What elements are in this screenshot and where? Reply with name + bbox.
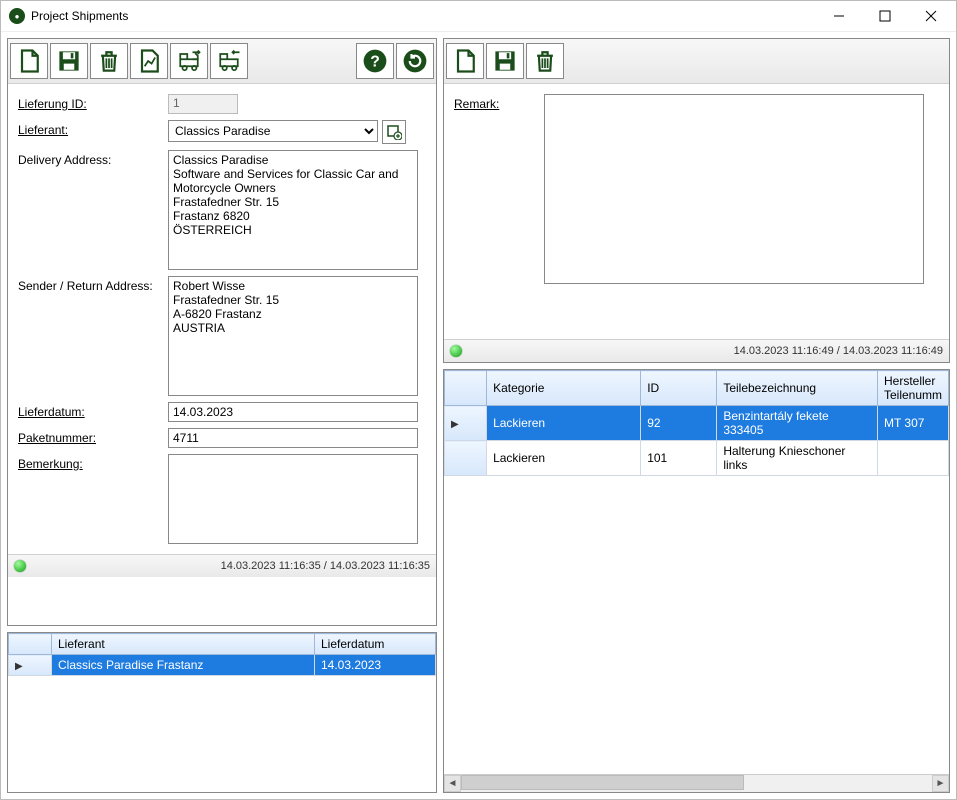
right-status-text: 14.03.2023 11:16:49 / 14.03.2023 11:16:4…	[734, 345, 943, 357]
minimize-button[interactable]	[816, 2, 862, 30]
cell-kategorie: Lackieren	[487, 441, 641, 476]
cell-hersteller: MT 307	[877, 406, 948, 441]
delete-button[interactable]	[90, 43, 128, 79]
right-toolbar	[444, 39, 949, 84]
save-button[interactable]	[486, 43, 524, 79]
col-teilebez[interactable]: Teilebezeichnung	[717, 371, 878, 406]
col-kategorie[interactable]: Kategorie	[487, 371, 641, 406]
col-hersteller[interactable]: Hersteller Teilenumm	[877, 371, 948, 406]
row-indicator: ▶	[9, 655, 52, 676]
parts-grid-hscroll[interactable]: ◄ ►	[444, 774, 949, 792]
shipments-grid[interactable]: Lieferant Lieferdatum ▶Classics Paradise…	[8, 633, 436, 792]
close-button[interactable]	[908, 2, 954, 30]
left-status-text: 14.03.2023 11:16:35 / 14.03.2023 11:16:3…	[221, 560, 430, 572]
parts-grid-panel: Kategorie ID Teilebezeichnung Hersteller…	[443, 369, 950, 793]
table-row[interactable]: ▶Classics Paradise Frastanz14.03.2023	[9, 655, 436, 676]
row-header-blank[interactable]	[9, 634, 52, 655]
shipment-form: Lieferung ID: 1 Lieferant: Classics Para…	[8, 84, 436, 554]
bemerkung-label[interactable]: Bemerkung:	[18, 454, 168, 471]
delivery-address-field[interactable]	[168, 150, 418, 270]
maximize-button[interactable]	[862, 2, 908, 30]
svg-text:?: ?	[370, 53, 380, 70]
paketnummer-field[interactable]	[168, 428, 418, 448]
delete-button[interactable]	[526, 43, 564, 79]
table-row[interactable]: Lackieren101Halterung Knieschoner links	[445, 441, 949, 476]
remark-label[interactable]: Remark:	[454, 94, 544, 111]
sender-address-field[interactable]	[168, 276, 418, 396]
help-button[interactable]: ?	[356, 43, 394, 79]
cell-lieferant: Classics Paradise Frastanz	[52, 655, 315, 676]
refresh-button[interactable]	[396, 43, 434, 79]
status-led-icon	[14, 560, 26, 572]
stats-button[interactable]	[130, 43, 168, 79]
delivery-address-label: Delivery Address:	[18, 150, 168, 167]
row-header-blank[interactable]	[445, 371, 487, 406]
col-lieferdatum[interactable]: Lieferdatum	[315, 634, 436, 655]
left-toolbar: ?	[8, 39, 436, 84]
left-statusbar: 14.03.2023 11:16:35 / 14.03.2023 11:16:3…	[8, 554, 436, 577]
lieferung-id-label[interactable]: Lieferung ID:	[18, 94, 168, 111]
titlebar: ● Project Shipments	[1, 1, 956, 32]
shipments-grid-panel: Lieferant Lieferdatum ▶Classics Paradise…	[7, 632, 437, 793]
app-icon: ●	[9, 8, 25, 24]
cell-lieferdatum: 14.03.2023	[315, 655, 436, 676]
lieferung-id-field: 1	[168, 94, 238, 114]
right-statusbar: 14.03.2023 11:16:49 / 14.03.2023 11:16:4…	[444, 339, 949, 362]
lieferant-add-button[interactable]	[382, 120, 406, 144]
cell-hersteller	[877, 441, 948, 476]
scroll-thumb[interactable]	[461, 775, 744, 790]
cell-id: 101	[641, 441, 717, 476]
parts-grid[interactable]: Kategorie ID Teilebezeichnung Hersteller…	[444, 370, 949, 774]
lieferdatum-field[interactable]	[168, 402, 418, 422]
new-button[interactable]	[10, 43, 48, 79]
lieferdatum-label[interactable]: Lieferdatum:	[18, 402, 168, 419]
row-indicator	[445, 441, 487, 476]
window: ● Project Shipments ?	[0, 0, 957, 800]
cell-teilebez: Benzintartály fekete 333405	[717, 406, 878, 441]
col-id[interactable]: ID	[641, 371, 717, 406]
cell-id: 92	[641, 406, 717, 441]
paketnummer-label[interactable]: Paketnummer:	[18, 428, 168, 445]
new-button[interactable]	[446, 43, 484, 79]
lieferant-select[interactable]: Classics Paradise	[168, 120, 378, 142]
remark-panel: Remark: 14.03.2023 11:16:49 / 14.03.2023…	[443, 38, 950, 363]
ship-in-button[interactable]	[210, 43, 248, 79]
status-led-icon	[450, 345, 462, 357]
lieferant-label[interactable]: Lieferant:	[18, 120, 168, 137]
cell-kategorie: Lackieren	[487, 406, 641, 441]
sender-address-label: Sender / Return Address:	[18, 276, 168, 293]
scroll-right-button[interactable]: ►	[932, 775, 949, 792]
window-title: Project Shipments	[31, 9, 128, 23]
shipment-form-panel: ? Lieferung ID: 1 Lieferant: Classics Pa…	[7, 38, 437, 626]
col-lieferant[interactable]: Lieferant	[52, 634, 315, 655]
scroll-left-button[interactable]: ◄	[444, 775, 461, 792]
save-button[interactable]	[50, 43, 88, 79]
table-row[interactable]: ▶Lackieren92Benzintartály fekete 333405M…	[445, 406, 949, 441]
bemerkung-field[interactable]	[168, 454, 418, 544]
cell-teilebez: Halterung Knieschoner links	[717, 441, 878, 476]
row-indicator: ▶	[445, 406, 487, 441]
ship-out-button[interactable]	[170, 43, 208, 79]
remark-field[interactable]	[544, 94, 924, 284]
